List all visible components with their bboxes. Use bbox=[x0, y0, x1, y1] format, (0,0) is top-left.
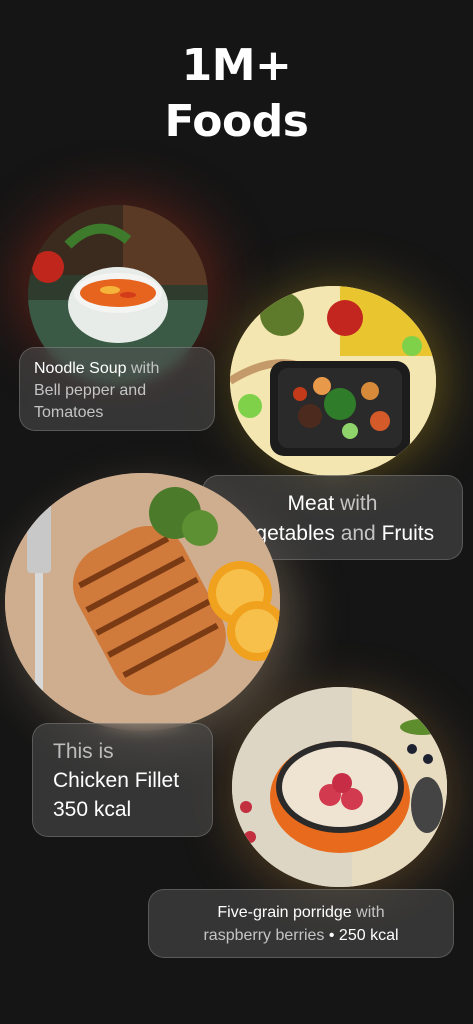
porridge-card-berries: raspberry berries bbox=[203, 927, 325, 944]
chicken-card-line2: Chicken Fillet bbox=[53, 769, 180, 792]
headline: 1M+ Foods bbox=[0, 38, 473, 150]
meat-card-line1: Meat with bbox=[213, 489, 452, 519]
chicken-card-line3: 350 kcal bbox=[53, 798, 132, 821]
meat-card-fruits: Fruits bbox=[381, 522, 435, 545]
headline-foods: Foods bbox=[164, 96, 309, 147]
noodle-card-line2: Bell pepper and bbox=[34, 382, 147, 399]
meat-card-name: Meat bbox=[287, 492, 335, 515]
porridge-card-kcal: 250 kcal bbox=[338, 927, 399, 944]
porridge-card-line2: raspberry berries • 250 kcal bbox=[159, 924, 443, 947]
noodle-card-name: Noodle Soup bbox=[34, 360, 127, 377]
headline-count: 1M+ bbox=[181, 40, 292, 91]
noodle-card-line3: Tomatoes bbox=[34, 404, 104, 421]
chicken-card: This is Chicken Fillet 350 kcal bbox=[32, 723, 213, 837]
meat-card-and: and bbox=[340, 522, 376, 545]
chicken-card-line1: This is bbox=[53, 740, 114, 763]
porridge-card-line1: Five-grain porridge with bbox=[159, 901, 443, 924]
chicken-fillet-photo bbox=[5, 473, 280, 731]
noodle-card-line1: Noodle Soup with bbox=[34, 358, 200, 380]
porridge-card: Five-grain porridge with raspberry berri… bbox=[148, 889, 454, 958]
porridge-card-with: with bbox=[356, 904, 385, 921]
porridge-card-dot: • bbox=[328, 927, 335, 944]
meat-vegetables-photo bbox=[230, 286, 436, 476]
noodle-card-with: with bbox=[130, 360, 160, 377]
porridge-photo bbox=[232, 687, 447, 887]
noodle-soup-card: Noodle Soup with Bell pepper and Tomatoe… bbox=[19, 347, 215, 431]
meat-card-with: with bbox=[340, 492, 378, 515]
porridge-card-name: Five-grain porridge bbox=[217, 904, 352, 921]
